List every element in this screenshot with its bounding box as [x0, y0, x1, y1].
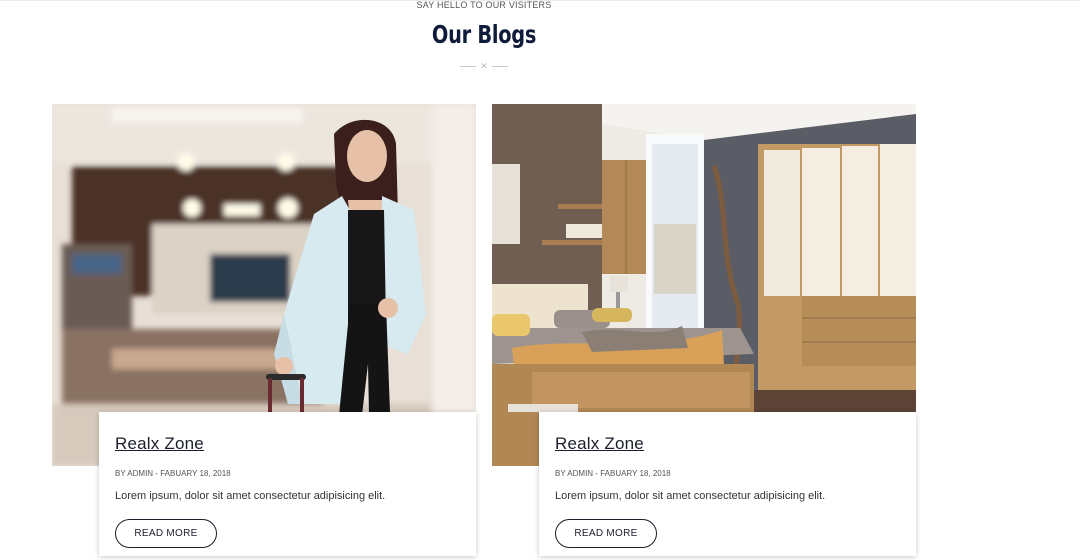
title-divider: ✕ [0, 62, 968, 71]
blog-title-link[interactable]: Realx Zone [115, 434, 204, 454]
blog-card-body: Realx Zone BY ADMIN - FABUARY 18, 2018 L… [99, 412, 476, 556]
blog-card: Realx Zone BY ADMIN - FABUARY 18, 2018 L… [52, 104, 476, 556]
x-icon: ✕ [480, 61, 488, 71]
blog-meta: BY ADMIN - FABUARY 18, 2018 [115, 469, 231, 478]
blog-card-body: Realx Zone BY ADMIN - FABUARY 18, 2018 L… [539, 412, 916, 556]
read-more-button[interactable]: READ MORE [115, 519, 217, 548]
blog-card: Realx Zone BY ADMIN - FABUARY 18, 2018 L… [492, 104, 916, 556]
section-eyebrow: SAY HELLO TO OUR VISITERS [416, 0, 552, 10]
blog-meta: BY ADMIN - FABUARY 18, 2018 [555, 469, 671, 478]
blog-excerpt: Lorem ipsum, dolor sit amet consectetur … [555, 490, 826, 502]
read-more-button[interactable]: READ MORE [555, 519, 657, 548]
section-title: Our Blogs [431, 20, 537, 49]
blog-title-link[interactable]: Realx Zone [555, 434, 644, 454]
blog-excerpt: Lorem ipsum, dolor sit amet consectetur … [115, 490, 386, 502]
